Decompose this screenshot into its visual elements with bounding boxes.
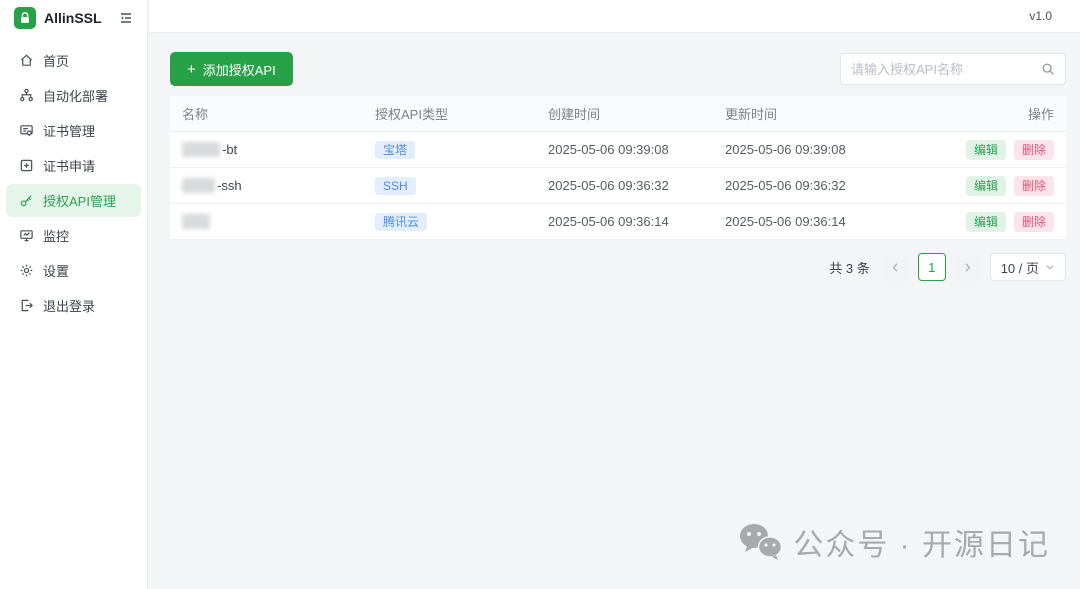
sidebar-menu: 首页 自动化部署 证书管理 证书申请 授权API管理 bbox=[0, 44, 147, 322]
cert-apply-icon bbox=[18, 158, 34, 174]
topbar: v1.0 bbox=[149, 0, 1080, 33]
table-header-row: 名称 授权API类型 创建时间 更新时间 操作 bbox=[170, 96, 1066, 132]
table-row: -bt 宝塔 2025-05-06 09:39:08 2025-05-06 09… bbox=[170, 132, 1066, 168]
home-icon bbox=[18, 53, 34, 69]
cell-created: 2025-05-06 09:39:08 bbox=[548, 142, 725, 157]
pagination-total: 共 3 条 bbox=[829, 258, 869, 277]
pagination: 共 3 条 1 10 / 页 bbox=[170, 253, 1066, 281]
type-badge: 腾讯云 bbox=[375, 213, 427, 231]
col-header-created: 创建时间 bbox=[548, 104, 725, 123]
sidebar-item-label: 设置 bbox=[43, 261, 69, 280]
delete-button[interactable]: 删除 bbox=[1014, 176, 1054, 196]
col-header-actions: 操作 bbox=[928, 104, 1054, 123]
app-title: AllinSSL bbox=[44, 10, 117, 26]
sidebar-item-cert-manage[interactable]: 证书管理 bbox=[6, 114, 141, 147]
edit-button[interactable]: 编辑 bbox=[966, 140, 1006, 160]
cell-type: SSH bbox=[375, 177, 548, 195]
menu-fold-icon[interactable] bbox=[117, 9, 135, 27]
sidebar-item-auto-deploy[interactable]: 自动化部署 bbox=[6, 79, 141, 112]
main-area: v1.0 + 添加授权API 名称 授权API类型 创建时间 更新时间 操作 bbox=[149, 0, 1080, 589]
cell-updated: 2025-05-06 09:36:14 bbox=[725, 214, 928, 229]
name-suffix: -bt bbox=[222, 142, 237, 157]
delete-button[interactable]: 删除 bbox=[1014, 212, 1054, 232]
table-row: 腾讯云 2025-05-06 09:36:14 2025-05-06 09:36… bbox=[170, 204, 1066, 240]
cell-updated: 2025-05-06 09:36:32 bbox=[725, 178, 928, 193]
col-header-name: 名称 bbox=[176, 104, 375, 123]
watermark-text: 公众号 · 开源日记 bbox=[793, 520, 1050, 564]
sidebar-item-label: 证书管理 bbox=[43, 121, 95, 140]
sidebar-item-cert-apply[interactable]: 证书申请 bbox=[6, 149, 141, 182]
api-key-icon bbox=[18, 193, 34, 209]
redacted-name bbox=[182, 142, 220, 157]
page-size-select[interactable]: 10 / 页 bbox=[990, 253, 1066, 281]
type-badge: SSH bbox=[375, 177, 416, 195]
type-badge: 宝塔 bbox=[375, 141, 415, 159]
logo-row: AllinSSL bbox=[0, 0, 147, 36]
col-header-updated: 更新时间 bbox=[725, 104, 928, 123]
sidebar-item-api-auth[interactable]: 授权API管理 bbox=[6, 184, 141, 217]
cell-type: 腾讯云 bbox=[375, 213, 548, 231]
cell-updated: 2025-05-06 09:39:08 bbox=[725, 142, 928, 157]
add-api-button[interactable]: + 添加授权API bbox=[170, 52, 293, 86]
chevron-right-icon bbox=[962, 262, 973, 273]
app-logo bbox=[14, 7, 36, 29]
prev-page-button[interactable] bbox=[882, 253, 910, 281]
page-number-button[interactable]: 1 bbox=[918, 253, 946, 281]
watermark: 公众号 · 开源日记 bbox=[739, 520, 1050, 564]
cell-actions: 编辑 删除 bbox=[928, 140, 1054, 160]
wechat-icon bbox=[739, 523, 783, 561]
monitor-icon bbox=[18, 228, 34, 244]
sidebar-item-label: 授权API管理 bbox=[43, 191, 116, 210]
api-table: 名称 授权API类型 创建时间 更新时间 操作 -bt 宝塔 2025-05-0… bbox=[170, 96, 1066, 240]
chevron-down-icon bbox=[1045, 262, 1055, 272]
lock-icon bbox=[18, 11, 32, 25]
version-label: v1.0 bbox=[1029, 9, 1052, 23]
search-icon[interactable] bbox=[1041, 62, 1055, 76]
table-row: -ssh SSH 2025-05-06 09:36:32 2025-05-06 … bbox=[170, 168, 1066, 204]
sidebar-item-logout[interactable]: 退出登录 bbox=[6, 289, 141, 322]
sidebar-item-monitor[interactable]: 监控 bbox=[6, 219, 141, 252]
cell-created: 2025-05-06 09:36:14 bbox=[548, 214, 725, 229]
content-area: + 添加授权API 名称 授权API类型 创建时间 更新时间 操作 -bt bbox=[149, 33, 1080, 281]
redacted-name bbox=[182, 214, 210, 229]
sidebar-item-settings[interactable]: 设置 bbox=[6, 254, 141, 287]
sidebar-item-label: 首页 bbox=[43, 51, 69, 70]
cell-actions: 编辑 删除 bbox=[928, 212, 1054, 232]
sidebar-item-label: 自动化部署 bbox=[43, 86, 108, 105]
delete-button[interactable]: 删除 bbox=[1014, 140, 1054, 160]
next-page-button[interactable] bbox=[954, 253, 982, 281]
page-size-value: 10 / 页 bbox=[1001, 258, 1039, 277]
col-header-type: 授权API类型 bbox=[375, 104, 548, 123]
cell-name bbox=[176, 214, 375, 229]
search-input[interactable] bbox=[851, 62, 1041, 77]
cell-name: -ssh bbox=[176, 178, 375, 193]
deploy-icon bbox=[18, 88, 34, 104]
sidebar-item-label: 监控 bbox=[43, 226, 69, 245]
cell-type: 宝塔 bbox=[375, 141, 548, 159]
gear-icon bbox=[18, 263, 34, 279]
sidebar-item-home[interactable]: 首页 bbox=[6, 44, 141, 77]
logout-icon bbox=[18, 298, 34, 314]
cell-created: 2025-05-06 09:36:32 bbox=[548, 178, 725, 193]
search-box[interactable] bbox=[840, 53, 1066, 85]
toolbar: + 添加授权API bbox=[170, 52, 1066, 86]
sidebar-item-label: 证书申请 bbox=[43, 156, 95, 175]
edit-button[interactable]: 编辑 bbox=[966, 176, 1006, 196]
name-suffix: -ssh bbox=[217, 178, 242, 193]
redacted-name bbox=[182, 178, 215, 193]
sidebar: AllinSSL 首页 自动化部署 证书管理 bbox=[0, 0, 148, 589]
add-api-button-label: 添加授权API bbox=[203, 60, 276, 79]
cell-name: -bt bbox=[176, 142, 375, 157]
cert-manage-icon bbox=[18, 123, 34, 139]
chevron-left-icon bbox=[890, 262, 901, 273]
sidebar-item-label: 退出登录 bbox=[43, 296, 95, 315]
cell-actions: 编辑 删除 bbox=[928, 176, 1054, 196]
plus-icon: + bbox=[187, 62, 196, 77]
edit-button[interactable]: 编辑 bbox=[966, 212, 1006, 232]
